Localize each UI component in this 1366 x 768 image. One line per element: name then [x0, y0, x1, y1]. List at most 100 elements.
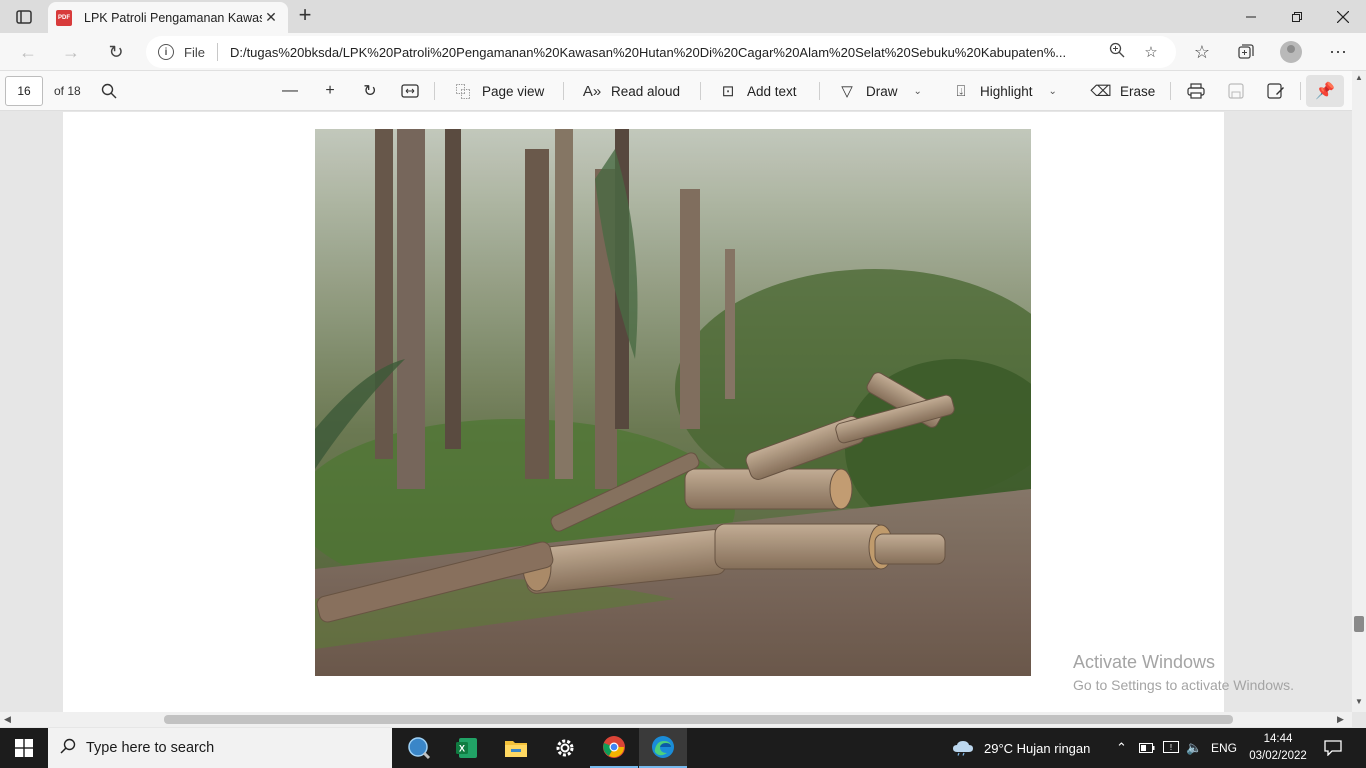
- excel-icon: X: [456, 738, 477, 758]
- taskbar-app-excel[interactable]: X: [443, 728, 491, 768]
- highlight-button[interactable]: ⍗ Highlight ⌄: [950, 80, 1057, 102]
- globe-search-icon: [408, 737, 431, 760]
- highlight-chevron-down-icon[interactable]: ⌄: [1049, 86, 1057, 97]
- new-tab-button[interactable]: +: [294, 4, 316, 27]
- favorites-icon: ☆: [1193, 41, 1211, 62]
- taskbar-search-box[interactable]: Type here to search: [48, 728, 392, 768]
- taskbar-app-chrome[interactable]: [590, 728, 638, 768]
- close-tab-icon[interactable]: ✕: [262, 9, 280, 26]
- toolbar-divider: [1170, 82, 1171, 100]
- forward-button[interactable]: →: [57, 39, 85, 65]
- collections-button[interactable]: [1232, 39, 1260, 65]
- draw-button[interactable]: ▽ Draw ⌄: [836, 80, 922, 102]
- print-icon: [1187, 83, 1205, 99]
- fit-page-button[interactable]: [398, 80, 422, 102]
- svg-text:X: X: [459, 744, 465, 754]
- fit-page-icon: [401, 84, 419, 98]
- collections-icon: [1238, 44, 1254, 59]
- horizontal-scroll-thumb[interactable]: [164, 715, 1233, 724]
- total-pages-label: of 18: [54, 84, 81, 98]
- weather-widget[interactable]: 29°C Hujan ringan: [952, 728, 1090, 768]
- pdf-icon: PDF: [56, 9, 72, 26]
- page-view-label: Page view: [482, 83, 545, 99]
- pdf-viewer[interactable]: [0, 112, 1352, 712]
- minus-icon: —: [282, 82, 298, 99]
- scroll-left-icon[interactable]: ◀: [4, 714, 11, 725]
- notification-center-button[interactable]: [1318, 728, 1348, 768]
- toolbar-divider: [563, 82, 564, 100]
- scroll-down-icon[interactable]: ▼: [1355, 697, 1363, 706]
- vertical-scroll-thumb[interactable]: [1354, 616, 1364, 632]
- refresh-button[interactable]: ↻: [102, 39, 130, 65]
- add-text-button[interactable]: ⊡ Add text: [717, 80, 797, 102]
- page-view-button[interactable]: ⿻ Page view: [452, 80, 544, 102]
- info-icon[interactable]: i: [158, 44, 174, 60]
- erase-button[interactable]: ⌫ Erase: [1090, 80, 1155, 102]
- add-text-label: Add text: [747, 83, 797, 99]
- rotate-button[interactable]: ↻: [358, 80, 382, 102]
- search-placeholder: Type here to search: [86, 740, 215, 756]
- taskbar: Type here to search X 29°C Hujan ringan …: [0, 728, 1366, 768]
- favorites-button[interactable]: ☆: [1188, 39, 1216, 65]
- erase-label: Erase: [1120, 83, 1156, 99]
- chevron-up-icon: ⌃: [1116, 740, 1127, 755]
- toolbar-divider: [819, 82, 820, 100]
- start-button[interactable]: [0, 728, 48, 768]
- horizontal-scrollbar[interactable]: ◀ ▶: [0, 712, 1352, 727]
- read-aloud-label: Read aloud: [611, 83, 681, 99]
- address-url[interactable]: D:/tugas%20bksda/LPK%20Patroli%20Pengama…: [230, 45, 1096, 60]
- address-bar[interactable]: i File D:/tugas%20bksda/LPK%20Patroli%20…: [146, 36, 1176, 68]
- battery-indicator[interactable]: [1139, 728, 1155, 768]
- zoom-out-button[interactable]: —: [278, 80, 302, 102]
- network-icon: !: [1163, 741, 1179, 753]
- network-indicator[interactable]: !: [1163, 728, 1179, 768]
- add-favorite-icon[interactable]: ☆: [1138, 43, 1164, 61]
- zoom-in-button[interactable]: +: [318, 80, 342, 102]
- tab-actions-button[interactable]: [8, 6, 40, 28]
- scroll-right-icon[interactable]: ▶: [1337, 714, 1344, 725]
- draw-label: Draw: [866, 83, 898, 99]
- read-aloud-icon: A»: [582, 82, 602, 100]
- zoom-icon[interactable]: [1104, 42, 1130, 62]
- folder-icon: [505, 741, 527, 757]
- taskbar-app-search-tool[interactable]: [395, 728, 443, 768]
- navigation-bar: ← → ↻ i File D:/tugas%20bksda/LPK%20Patr…: [0, 33, 1366, 71]
- input-language-indicator[interactable]: ENG: [1211, 728, 1237, 768]
- show-hidden-icons-button[interactable]: ⌃: [1116, 728, 1127, 768]
- document-photo: [315, 129, 1031, 676]
- highlight-label: Highlight: [980, 83, 1033, 99]
- settings-menu-button[interactable]: ⋯: [1324, 39, 1352, 65]
- find-button[interactable]: [97, 80, 121, 102]
- minimize-button[interactable]: [1228, 0, 1274, 33]
- read-aloud-button[interactable]: A» Read aloud: [581, 80, 680, 102]
- clock-date: 03/02/2022: [1249, 750, 1307, 762]
- save-as-button[interactable]: [1264, 80, 1288, 102]
- active-tab[interactable]: PDF LPK Patroli Pengamanan Kawasan Hutan…: [48, 2, 288, 33]
- search-icon: [101, 83, 117, 99]
- forest-log-photo: [315, 129, 1031, 676]
- scroll-up-icon[interactable]: ▲: [1355, 73, 1363, 82]
- plus-icon: +: [325, 82, 335, 99]
- close-window-button[interactable]: [1320, 0, 1366, 33]
- pin-toolbar-button[interactable]: 📌: [1306, 75, 1344, 107]
- print-button[interactable]: [1184, 80, 1208, 102]
- volume-indicator[interactable]: 🔈: [1186, 728, 1202, 768]
- draw-chevron-down-icon[interactable]: ⌄: [914, 86, 922, 97]
- save-icon: [1228, 83, 1244, 99]
- save-as-icon: [1267, 83, 1284, 99]
- rotate-icon: ↻: [363, 83, 377, 100]
- page-number-input[interactable]: 16: [5, 76, 43, 106]
- restore-button[interactable]: [1274, 0, 1320, 33]
- save-button[interactable]: [1224, 80, 1248, 102]
- toolbar-divider: [434, 82, 435, 100]
- taskbar-clock[interactable]: 14:44 03/02/2022: [1246, 731, 1310, 765]
- profile-avatar[interactable]: [1280, 41, 1302, 63]
- language-label: ENG: [1211, 741, 1238, 755]
- taskbar-app-file-explorer[interactable]: [492, 728, 540, 768]
- windows-logo-icon: [15, 739, 33, 757]
- vertical-scrollbar[interactable]: ▲ ▼: [1352, 71, 1366, 712]
- restore-icon: [1292, 11, 1302, 22]
- back-button[interactable]: ←: [14, 39, 42, 65]
- taskbar-app-edge[interactable]: [639, 728, 687, 768]
- taskbar-app-settings[interactable]: [541, 728, 589, 768]
